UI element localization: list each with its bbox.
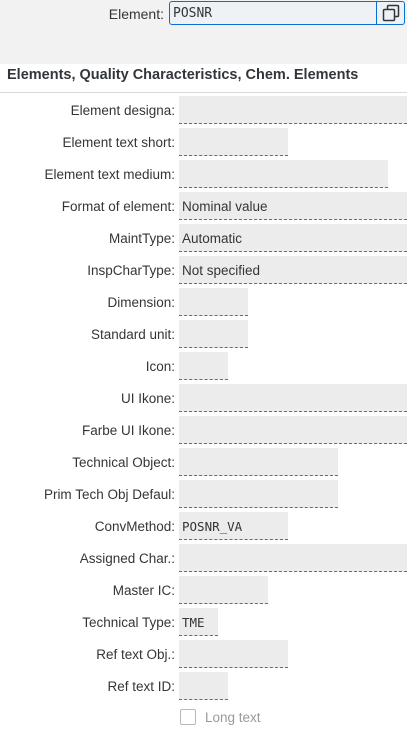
icon-input[interactable]	[179, 352, 228, 380]
long-text-checkbox[interactable]	[180, 709, 196, 725]
technical-object-input[interactable]	[179, 448, 338, 476]
ref-text-id-input[interactable]	[179, 672, 228, 700]
field-value: Not specified	[182, 263, 261, 278]
row-insp-char-type: InspCharType: Not specified	[0, 256, 407, 284]
row-element-text-medium: Element text medium:	[0, 160, 407, 188]
row-ref-text-id: Ref text ID:	[0, 672, 407, 700]
field-label: Standard unit:	[90, 327, 175, 342]
technical-type-input[interactable]: TME	[179, 608, 218, 636]
master-ic-input[interactable]	[179, 576, 268, 604]
row-master-ic: Master IC:	[0, 576, 407, 604]
field-label: Prim Tech Obj Defaul:	[43, 487, 175, 502]
section-title: Elements, Quality Characteristics, Chem.…	[7, 67, 359, 83]
assigned-char-input[interactable]	[179, 544, 407, 572]
value-help-icon	[382, 4, 399, 22]
row-dimension: Dimension:	[0, 288, 407, 316]
conv-method-input[interactable]: POSNR_VA	[179, 512, 288, 540]
row-ref-text-obj: Ref text Obj.:	[0, 640, 407, 668]
ui-ikone-input[interactable]	[179, 384, 407, 412]
field-value: Nominal value	[182, 199, 268, 214]
row-format-of-element: Format of element: Nominal value	[0, 192, 407, 220]
field-label: UI Ikone:	[120, 391, 175, 406]
row-maint-type: MaintType: Automatic	[0, 224, 407, 252]
field-label: InspCharType:	[87, 263, 175, 278]
prim-tech-obj-default-input[interactable]	[179, 480, 338, 508]
standard-unit-input[interactable]	[179, 320, 248, 348]
element-label: Element:	[108, 6, 164, 22]
insp-char-type-select[interactable]: Not specified	[179, 256, 407, 284]
long-text-label: Long text	[205, 710, 261, 725]
field-label: Element text short:	[62, 135, 175, 150]
field-label: Dimension:	[107, 295, 175, 310]
field-value: POSNR_VA	[182, 519, 243, 534]
row-technical-type: Technical Type: TME	[0, 608, 407, 636]
element-input[interactable]: POSNR	[169, 1, 405, 25]
field-label: Assigned Char.:	[79, 551, 175, 566]
format-of-element-select[interactable]: Nominal value	[179, 192, 407, 220]
header-area: Element: POSNR	[0, 0, 407, 64]
maint-type-select[interactable]: Automatic	[179, 224, 407, 252]
field-label: Farbe UI Ikone:	[81, 423, 175, 438]
row-element-text-short: Element text short:	[0, 128, 407, 156]
field-label: Element designa:	[70, 103, 175, 118]
element-designation-input[interactable]	[179, 96, 407, 124]
element-text-medium-input[interactable]	[179, 160, 388, 188]
field-label: Technical Type:	[82, 615, 175, 630]
row-prim-tech-obj-default: Prim Tech Obj Defaul:	[0, 480, 407, 508]
field-label: ConvMethod:	[94, 519, 175, 534]
row-assigned-char: Assigned Char.:	[0, 544, 407, 572]
section-divider	[0, 92, 407, 93]
row-element-designation: Element designa:	[0, 96, 407, 124]
element-input-value: POSNR	[173, 6, 213, 21]
field-label: Icon:	[145, 359, 175, 374]
field-value: Automatic	[182, 231, 243, 246]
row-technical-object: Technical Object:	[0, 448, 407, 476]
row-ui-ikone: UI Ikone:	[0, 384, 407, 412]
element-text-short-input[interactable]	[179, 128, 288, 156]
row-icon: Icon:	[0, 352, 407, 380]
farbe-ui-ikone-input[interactable]	[179, 416, 407, 444]
field-label: Master IC:	[112, 583, 175, 598]
field-label: MaintType:	[108, 231, 175, 246]
row-conv-method: ConvMethod: POSNR_VA	[0, 512, 407, 540]
field-label: Ref text ID:	[107, 679, 175, 694]
field-value: TME	[182, 615, 205, 630]
field-label: Element text medium:	[44, 167, 175, 182]
field-label: Ref text Obj.:	[96, 647, 175, 662]
ref-text-obj-input[interactable]	[179, 640, 288, 668]
field-label: Technical Object:	[72, 455, 175, 470]
dimension-input[interactable]	[179, 288, 248, 316]
row-farbe-ui-ikone: Farbe UI Ikone:	[0, 416, 407, 444]
value-help-button[interactable]	[376, 2, 404, 24]
row-standard-unit: Standard unit:	[0, 320, 407, 348]
field-label: Format of element:	[61, 199, 175, 214]
